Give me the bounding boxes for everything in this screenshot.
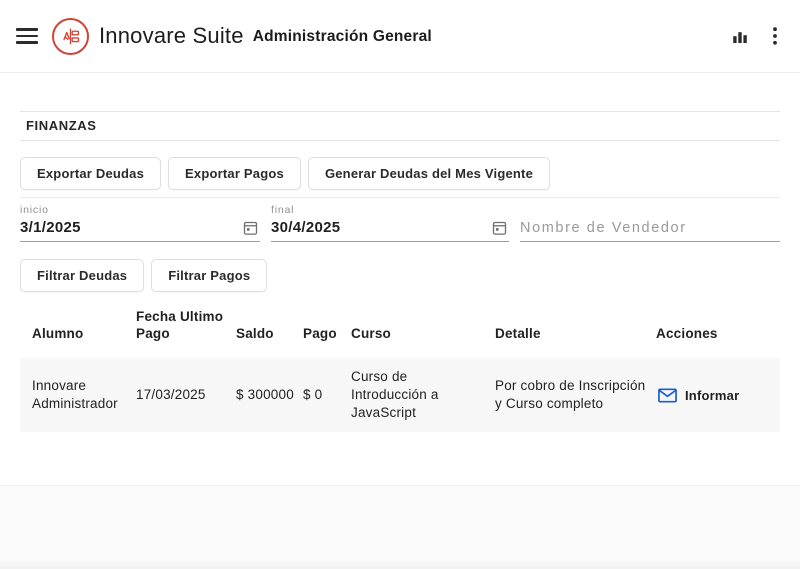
col-header-detalle: Detalle	[495, 298, 656, 356]
end-date-field: final	[271, 204, 509, 242]
table-header-row: Alumno Fecha Ultimo Pago Saldo Pago Curs…	[20, 298, 780, 356]
filter-toolbar: Filtrar Deudas Filtrar Pagos	[20, 259, 780, 292]
section-title-finanzas: FINANZAS	[20, 111, 780, 141]
col-header-pago: Pago	[303, 298, 351, 356]
finance-table: Alumno Fecha Ultimo Pago Saldo Pago Curs…	[20, 298, 780, 432]
kebab-menu-icon[interactable]	[768, 22, 782, 50]
app-window: Innovare Suite Administración General FI…	[0, 0, 800, 569]
export-payments-button[interactable]: Exportar Pagos	[168, 157, 301, 190]
app-header: Innovare Suite Administración General	[0, 0, 800, 73]
start-date-input[interactable]	[20, 219, 241, 236]
col-header-acciones: Acciones	[656, 298, 780, 356]
vendor-name-input[interactable]	[520, 219, 780, 236]
menu-hamburger-icon[interactable]	[16, 28, 38, 44]
cell-alumno: Innovare Administrador	[20, 356, 136, 432]
main-content: FINANZAS Exportar Deudas Exportar Pagos …	[0, 73, 800, 432]
inform-button[interactable]: Informar	[656, 384, 741, 407]
vendor-name-field	[520, 204, 780, 242]
col-header-alumno: Alumno	[20, 298, 136, 356]
col-header-saldo: Saldo	[236, 298, 303, 356]
app-title: Innovare Suite	[99, 23, 244, 49]
start-date-field: inicio	[20, 204, 260, 242]
filters-row: inicio final	[20, 204, 780, 242]
page-footer	[0, 485, 800, 569]
end-date-label: final	[271, 204, 509, 216]
cell-acciones: Informar	[656, 356, 780, 432]
app-subtitle: Administración General	[253, 28, 432, 46]
start-date-label: inicio	[20, 204, 260, 216]
cell-detalle: Por cobro de Inscripción y Curso complet…	[495, 356, 656, 432]
export-toolbar: Exportar Deudas Exportar Pagos Generar D…	[20, 157, 780, 190]
cell-curso: Curso de Introducción a JavaScript	[351, 356, 495, 432]
cell-fecha-ultimo-pago: 17/03/2025	[136, 356, 236, 432]
calendar-icon[interactable]	[241, 220, 260, 236]
table-row: Innovare Administrador 17/03/2025 $ 3000…	[20, 356, 780, 432]
innovare-logo-icon	[52, 18, 89, 55]
export-debts-button[interactable]: Exportar Deudas	[20, 157, 161, 190]
filter-payments-button[interactable]: Filtrar Pagos	[151, 259, 267, 292]
inform-button-label: Informar	[685, 388, 739, 403]
calendar-icon[interactable]	[490, 220, 509, 236]
col-header-fecha-ultimo-pago: Fecha Ultimo Pago	[136, 298, 236, 356]
divider	[20, 197, 780, 198]
mail-icon	[658, 388, 677, 403]
end-date-input[interactable]	[271, 219, 490, 236]
col-header-curso: Curso	[351, 298, 495, 356]
bar-chart-icon[interactable]	[726, 22, 754, 50]
cell-pago: $ 0	[303, 356, 351, 432]
filter-debts-button[interactable]: Filtrar Deudas	[20, 259, 144, 292]
generate-debts-button[interactable]: Generar Deudas del Mes Vigente	[308, 157, 550, 190]
cell-saldo: $ 300000	[236, 356, 303, 432]
